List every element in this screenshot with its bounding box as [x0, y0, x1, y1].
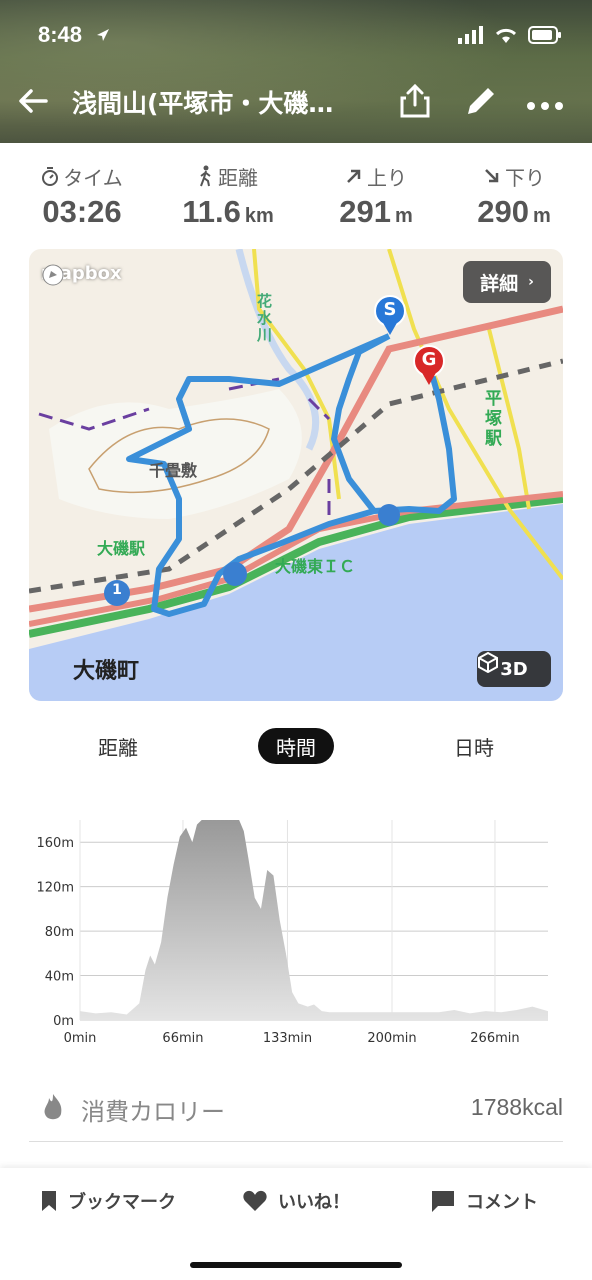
x-tick-label: 133min	[263, 1031, 312, 1046]
hiker-icon	[200, 165, 211, 187]
y-tick-label: 40m	[45, 970, 74, 985]
calories-row: 消費カロリー 1788kcal	[29, 1086, 563, 1142]
bookmark-icon	[42, 1191, 56, 1211]
stat-descent-value: 290	[477, 194, 529, 229]
stopwatch-icon	[42, 167, 59, 186]
like-button[interactable]: いいね！	[242, 1186, 350, 1216]
battery-icon	[528, 26, 561, 44]
y-tick-label: 80m	[45, 925, 74, 940]
stat-time: タイム 03:26	[12, 160, 152, 230]
stat-distance-label: 距離	[218, 165, 258, 190]
x-tick-label: 0min	[64, 1031, 97, 1046]
stat-ascent-value: 291	[339, 194, 391, 229]
elevation-chart-svg: 0m 40m 80m 120m 160m 0min 66min 133min 200min 266…	[37, 820, 548, 1046]
more-icon[interactable]	[526, 82, 564, 120]
goal-marker-label: G	[421, 349, 437, 370]
map-label-hanamizu-river: 花水川	[257, 292, 273, 344]
calories-value: 1788kcal	[470, 1094, 563, 1120]
back-arrow-icon[interactable]	[16, 84, 50, 118]
arrow-up-right-icon	[347, 169, 361, 183]
comment-icon	[432, 1191, 454, 1212]
share-icon[interactable]	[396, 82, 434, 120]
map-canvas	[29, 249, 563, 701]
route1-shield-3	[378, 504, 400, 526]
stat-descent-label: 下り	[505, 165, 545, 190]
home-indicator	[190, 1262, 402, 1268]
map-label-oiso-town: 大磯町	[73, 659, 140, 684]
map-label-hiratsuka-station: 平塚駅	[485, 389, 502, 449]
flame-icon	[44, 1094, 62, 1120]
status-bar: 8:48	[0, 20, 592, 52]
map-label-chiyoshiki: 千畳敷	[149, 461, 198, 480]
elevation-chart[interactable]: 0m 40m 80m 120m 160m 0min 66min 133min 200min 266…	[20, 800, 560, 1060]
x-tick-label: 66min	[162, 1031, 203, 1046]
stat-ascent: 上り 291 m	[306, 160, 446, 230]
route1-shield-2	[223, 562, 247, 586]
status-time: 8:48	[38, 22, 83, 47]
map-label-oiso-station: 大磯駅	[97, 539, 146, 558]
header-photo-background: 8:48 浅間山(平塚市・大磯…	[0, 0, 592, 143]
activity-stats: タイム 03:26 距離 11.6 km 上り 291 m 下り 290 m	[0, 160, 592, 240]
hill-area	[49, 389, 302, 519]
heart-icon	[243, 1190, 267, 1211]
elevation-area	[80, 820, 548, 1020]
calories-label: 消費カロリー	[81, 1098, 225, 1126]
map-label-oiso-east-ic: 大磯東ＩＣ	[275, 557, 356, 576]
stat-distance-value: 11.6	[182, 194, 241, 229]
bookmark-label: ブックマーク	[68, 1192, 176, 1213]
route1-label: 1	[112, 582, 122, 598]
y-tick-label: 120m	[37, 881, 74, 896]
map-detail-button[interactable]: 詳細 ›	[463, 261, 551, 303]
arrow-down-right-icon	[485, 169, 499, 183]
route-map[interactable]: S G 1 mapbox 詳細 › 平塚駅 花水川 千畳敷 大磯駅 大磯東ＩＣ …	[29, 249, 563, 701]
mapbox-attribution[interactable]: mapbox	[41, 263, 122, 286]
stat-time-label: タイム	[63, 165, 123, 190]
edit-pencil-icon[interactable]	[462, 82, 500, 120]
like-label: いいね！	[278, 1192, 350, 1213]
chart-mode-selector: 距離 時間 日時	[0, 728, 592, 768]
x-tick-label: 200min	[367, 1031, 416, 1046]
tab-distance[interactable]: 距離	[78, 728, 158, 764]
nav-bar: 浅間山(平塚市・大磯…	[0, 78, 592, 124]
stat-distance: 距離 11.6 km	[158, 160, 298, 230]
stat-distance-unit: km	[244, 205, 274, 227]
mapbox-logo-icon	[42, 264, 64, 286]
stat-ascent-label: 上り	[367, 165, 407, 190]
comment-label: コメント	[466, 1192, 538, 1213]
wifi-icon	[495, 28, 517, 43]
cube-icon	[478, 651, 498, 673]
stat-ascent-unit: m	[394, 205, 413, 227]
map-detail-label: 詳細	[480, 272, 519, 295]
signal-icon	[458, 26, 483, 44]
tab-datetime[interactable]: 日時	[434, 728, 514, 764]
stat-descent-unit: m	[532, 205, 551, 227]
start-marker-label: S	[383, 299, 397, 320]
y-tick-label: 0m	[53, 1014, 74, 1029]
comment-button[interactable]: コメント	[430, 1186, 538, 1216]
chevron-right-icon: ›	[528, 274, 534, 290]
location-arrow-icon	[97, 29, 109, 41]
stat-descent: 下り 290 m	[444, 160, 584, 230]
bookmark-button[interactable]: ブックマーク	[40, 1186, 176, 1216]
map-3d-label: 3D	[500, 658, 528, 680]
tab-time[interactable]: 時間	[258, 728, 334, 764]
bottom-action-bar: ブックマーク いいね！ コメント	[0, 1168, 592, 1280]
x-tick-label: 266min	[470, 1031, 519, 1046]
stat-time-value: 03:26	[42, 194, 122, 229]
y-tick-label: 160m	[37, 836, 74, 851]
map-3d-button[interactable]: 3D	[477, 651, 551, 687]
page-title: 浅間山(平塚市・大磯…	[72, 89, 334, 118]
